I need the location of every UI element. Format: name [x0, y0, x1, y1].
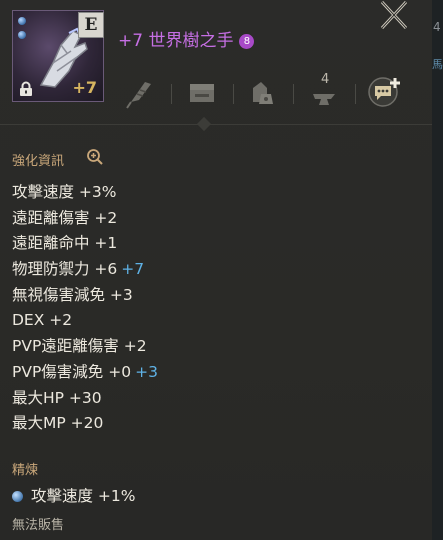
stat-line: 攻擊速度 +3%: [12, 183, 117, 201]
action-separator: [233, 84, 234, 104]
stat-line: 遠距離傷害 +2: [12, 208, 118, 227]
refine-stat: 攻擊速度 +1%: [12, 484, 136, 506]
stat-line: DEX +2: [12, 311, 73, 330]
background-panel-edge: 4 馬: [432, 0, 443, 540]
stat-line: 無視傷害減免 +3: [12, 285, 133, 304]
stats-list: 攻擊速度 +3% 遠距離傷害 +2 遠距離命中 +1 物理防禦力 +6 +7 無視…: [12, 180, 158, 437]
zoom-in-icon[interactable]: [86, 148, 104, 166]
socket-gem-icon: [18, 17, 26, 25]
upgrade-count: 4: [321, 72, 330, 87]
divider: [0, 124, 432, 125]
unsellable-label: 無法販售: [12, 518, 65, 533]
item-title: +7 世界樹之手 8: [118, 26, 255, 51]
chat-add-icon[interactable]: [365, 72, 407, 112]
box-icon[interactable]: [187, 72, 217, 112]
stat-line: PVP遠距離傷害 +2: [12, 337, 147, 356]
stat-line: 最大MP +20: [12, 414, 104, 433]
socket-gem-icon: [18, 31, 26, 39]
section-refine: 精煉: [12, 463, 39, 478]
action-row: [125, 72, 425, 112]
trade-badge-icon: 8: [239, 33, 255, 49]
action-separator: [293, 84, 294, 104]
item-name: +7 世界樹之手: [118, 31, 234, 51]
divider-ornament: [196, 116, 212, 132]
action-separator: [171, 84, 172, 104]
action-separator: [355, 84, 356, 104]
grade-badge: E: [78, 12, 104, 38]
stat-line: 物理防禦力 +6 +7: [12, 260, 145, 279]
section-enhance-info: 強化資訊: [12, 154, 65, 169]
enhance-badge: +7: [72, 78, 97, 97]
item-tooltip: E +7 +7 世界樹之手 8 4 強化資訊 攻擊速度 +3% 遠距離傷害 +2…: [0, 0, 433, 540]
side-glyph: 馬: [432, 58, 443, 71]
item-icon: E +7: [12, 10, 104, 102]
bag-icon[interactable]: [247, 72, 277, 112]
stat-line: 最大HP +30: [12, 388, 102, 407]
refine-gem-icon: [12, 491, 23, 502]
side-glyph: 4: [433, 20, 441, 34]
feather-icon[interactable]: [125, 72, 155, 112]
lock-icon: [20, 81, 32, 96]
stat-line: 遠距離命中 +1: [12, 234, 118, 253]
stat-line: PVP傷害減免 +0 +3: [12, 362, 158, 381]
close-icon[interactable]: [378, 0, 410, 30]
